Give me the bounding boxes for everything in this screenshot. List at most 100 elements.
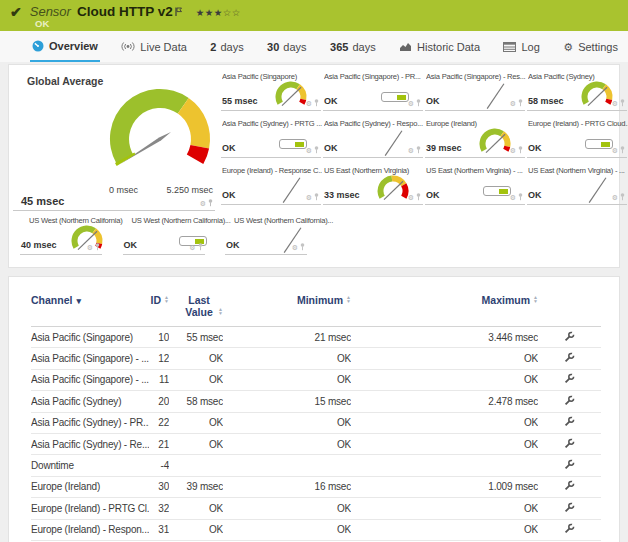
wrench-icon[interactable]	[564, 373, 575, 384]
pin-icon[interactable]	[198, 243, 203, 251]
mini-cell-icons[interactable]: ⚙	[510, 193, 523, 201]
wrench-icon[interactable]	[564, 459, 575, 470]
mini-cell-icons[interactable]: ⚙	[510, 99, 523, 107]
channel-mini-cell[interactable]: US West (Northern California)40 msec⚙	[20, 215, 102, 255]
tab-settings[interactable]: ⚙Settings	[561, 31, 620, 62]
gear-icon[interactable]: ⚙	[306, 194, 312, 201]
pin-icon[interactable]	[314, 99, 319, 107]
gear-icon[interactable]: ⚙	[612, 100, 618, 107]
wrench-icon[interactable]	[564, 502, 575, 513]
table-row[interactable]: Europe (Ireland) - Respon...31OKOKOK	[31, 519, 601, 540]
cell-tools[interactable]	[538, 348, 601, 369]
mini-cell-icons[interactable]: ⚙	[292, 243, 305, 251]
mini-cell-icons[interactable]: ⚙	[408, 146, 421, 154]
pin-icon[interactable]	[518, 193, 523, 201]
pin-icon[interactable]	[416, 193, 421, 201]
pin-icon[interactable]	[518, 99, 523, 107]
pin-icon[interactable]	[314, 146, 319, 154]
gear-icon[interactable]: ⚙	[87, 244, 93, 251]
pin-icon[interactable]	[620, 146, 625, 154]
global-average-gauge[interactable]: Global Average 0 msec 5.250 msec 45 msec…	[13, 71, 215, 211]
cell-tools[interactable]	[538, 412, 601, 433]
gear-icon[interactable]: ⚙	[408, 100, 414, 107]
wrench-icon[interactable]	[564, 331, 575, 342]
gauge-hover-icons[interactable]: ⚙	[200, 199, 213, 207]
cell-tools[interactable]	[538, 391, 601, 412]
gear-icon[interactable]: ⚙	[306, 147, 312, 154]
wrench-icon[interactable]	[564, 416, 575, 427]
pin-icon[interactable]	[95, 243, 100, 251]
mini-cell-icons[interactable]: ⚙	[306, 99, 319, 107]
mini-cell-icons[interactable]: ⚙	[189, 243, 202, 251]
wrench-icon[interactable]	[564, 395, 575, 406]
channel-mini-cell[interactable]: Asia Pacific (Singapore) - Res...OK⚙	[425, 71, 525, 111]
tab-historic-data[interactable]: Historic Data	[397, 31, 482, 62]
cell-tools[interactable]	[538, 519, 601, 540]
gear-icon[interactable]: ⚙	[189, 244, 195, 251]
col-header-channel[interactable]: Channel	[31, 292, 149, 327]
mini-cell-icons[interactable]: ⚙	[306, 193, 319, 201]
cell-tools[interactable]	[538, 327, 601, 348]
mini-cell-icons[interactable]: ⚙	[87, 243, 100, 251]
channel-mini-cell[interactable]: Asia Pacific (Singapore) - PR...OK⚙	[323, 71, 423, 111]
table-row[interactable]: Europe (Ireland)3039 msec16 msec1.009 ms…	[31, 476, 601, 497]
mini-cell-icons[interactable]: ⚙	[306, 146, 319, 154]
gear-icon[interactable]: ⚙	[306, 100, 312, 107]
gear-icon[interactable]: ⚙	[292, 244, 298, 251]
channel-mini-cell[interactable]: Asia Pacific (Singapore)55 msec⚙	[221, 71, 321, 111]
pin-icon[interactable]	[314, 193, 319, 201]
table-row[interactable]: Europe (Ireland) - PRTG Cl...32OKOKOK	[31, 498, 601, 519]
gear-icon[interactable]: ⚙	[510, 147, 516, 154]
gear-icon[interactable]: ⚙	[612, 194, 618, 201]
pin-icon[interactable]	[620, 99, 625, 107]
wrench-icon[interactable]	[564, 523, 575, 534]
table-row[interactable]: Asia Pacific (Singapore)1055 msec21 msec…	[31, 327, 601, 348]
table-row[interactable]: Asia Pacific (Sydney)2058 msec15 msec2.4…	[31, 391, 601, 412]
mini-cell-icons[interactable]: ⚙	[612, 193, 625, 201]
wrench-icon[interactable]	[564, 352, 575, 363]
channel-mini-cell[interactable]: US East (Northern Virginia) - ...OK⚙	[425, 165, 525, 205]
wrench-icon[interactable]	[564, 438, 575, 449]
pin-icon[interactable]	[518, 146, 523, 154]
mini-cell-icons[interactable]: ⚙	[408, 99, 421, 107]
table-row[interactable]: Asia Pacific (Sydney) - Re...21OKOKOK	[31, 433, 601, 454]
tab-overview[interactable]: Overview	[30, 31, 100, 62]
channel-mini-cell[interactable]: US East (Northern Virginia) - ...OK⚙	[527, 165, 627, 205]
gear-icon[interactable]: ⚙	[612, 147, 618, 154]
tab-days[interactable]: 2days	[208, 31, 245, 62]
wrench-icon[interactable]	[564, 480, 575, 491]
pin-icon[interactable]	[416, 146, 421, 154]
mini-cell-icons[interactable]: ⚙	[612, 99, 625, 107]
pin-icon[interactable]	[416, 99, 421, 107]
table-row[interactable]: Asia Pacific (Sydney) - PR...22OKOKOK	[31, 412, 601, 433]
pin-icon[interactable]	[620, 193, 625, 201]
cell-tools[interactable]	[538, 433, 601, 454]
pin-icon[interactable]	[208, 199, 213, 207]
gear-icon[interactable]: ⚙	[510, 194, 516, 201]
mini-cell-icons[interactable]: ⚙	[612, 146, 625, 154]
channel-mini-cell[interactable]: Asia Pacific (Sydney) - PRTG ...OK⚙	[221, 118, 321, 158]
channel-mini-cell[interactable]: US West (Northern California)...OK⚙	[225, 215, 307, 255]
mini-cell-icons[interactable]: ⚙	[408, 193, 421, 201]
channel-mini-cell[interactable]: Asia Pacific (Sydney)58 msec⚙	[527, 71, 627, 111]
gear-icon[interactable]: ⚙	[510, 100, 516, 107]
channel-mini-cell[interactable]: Europe (Ireland)39 msec⚙	[425, 118, 525, 158]
channel-mini-cell[interactable]: US West (Northern California)...OK⚙	[123, 215, 205, 255]
cell-tools[interactable]	[538, 498, 601, 519]
gear-icon[interactable]: ⚙	[408, 194, 414, 201]
channel-mini-cell[interactable]: Europe (Ireland) - Response C...OK⚙	[221, 165, 321, 205]
tab-days[interactable]: 30days	[265, 31, 309, 62]
mini-cell-icons[interactable]: ⚙	[510, 146, 523, 154]
priority-stars[interactable]: ★★★☆☆	[196, 7, 241, 18]
channel-mini-cell[interactable]: Europe (Ireland) - PRTG Cloud...OK⚙	[527, 118, 627, 158]
tab-days[interactable]: 365days	[328, 31, 378, 62]
gear-icon[interactable]: ⚙	[200, 200, 206, 207]
tab-live-data[interactable]: Live Data	[119, 31, 188, 62]
col-header-lastvalue[interactable]: Last Value	[169, 292, 223, 327]
channel-mini-cell[interactable]: US East (Northern Virginia)33 msec⚙	[323, 165, 423, 205]
col-header-minimum[interactable]: Minimum	[223, 292, 351, 327]
tab-log[interactable]: Log	[501, 31, 541, 62]
col-header-id[interactable]: ID	[149, 292, 169, 327]
channel-mini-cell[interactable]: Asia Pacific (Sydney) - Respo...OK⚙	[323, 118, 423, 158]
cell-tools[interactable]	[538, 369, 601, 390]
